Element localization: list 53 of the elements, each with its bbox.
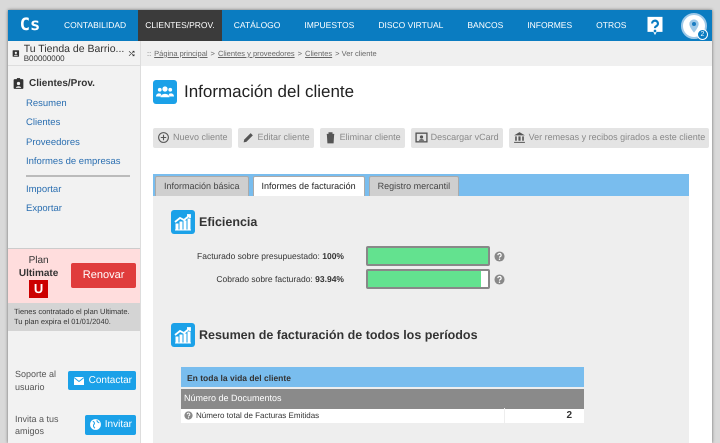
invite-button[interactable]: Invitar (84, 415, 136, 435)
page-title: Información del cliente (184, 82, 354, 102)
metric-label: Cobrado sobre facturado: 93.94% (215, 272, 345, 286)
table-cell: Número total de Facturas Emitidas (196, 410, 320, 422)
company-id: B00000000 (24, 54, 66, 63)
sidebar-link[interactable]: Proveedores (8, 134, 140, 153)
users-icon (153, 80, 177, 104)
trash-icon (324, 131, 337, 144)
sidebar-link[interactable]: Informes de empresas (8, 152, 140, 172)
section-title: Clientes/Prov. (29, 77, 95, 91)
chart-icon (171, 323, 195, 347)
tab[interactable]: Información básica (155, 176, 249, 196)
section-heading: Eficiencia (199, 214, 258, 230)
help-icon[interactable] (645, 14, 665, 36)
nav-tab[interactable]: BANCOS (455, 10, 516, 41)
tab[interactable]: Registro mercantil (368, 176, 460, 196)
plan-letter-icon: U (29, 280, 48, 298)
nav-tab[interactable]: CONTABILIDAD (52, 10, 138, 41)
table-cell: 2 (504, 408, 584, 423)
globe-icon (88, 418, 102, 432)
pencil-icon (242, 131, 255, 144)
envelope-icon (72, 374, 86, 387)
nav-tab[interactable]: DISCO VIRTUAL (366, 10, 456, 41)
badge-icon (12, 77, 25, 90)
support-text: Soporte al usuario (15, 368, 58, 393)
plus-circle-icon (157, 131, 170, 144)
invite-text: Invita a tus amigos (15, 412, 60, 437)
renew-button[interactable]: Renovar (71, 263, 136, 288)
chart-icon (171, 210, 195, 234)
metric-label: Facturado sobre presupuestado: 100% (196, 250, 345, 262)
nav-tab[interactable]: IMPUESTOS (292, 10, 366, 41)
id-card-icon (414, 131, 428, 144)
contact-button[interactable]: Contactar (68, 370, 136, 390)
nav-tab[interactable]: CATÁLOGO (222, 10, 292, 41)
sidebar-link[interactable]: Clientes (8, 114, 140, 134)
bank-icon (512, 131, 526, 144)
plan-label: Plan (28, 254, 50, 266)
sidebar-link[interactable]: Resumen (8, 95, 140, 114)
section-heading: Resumen de facturación de todos los períodos (199, 328, 478, 342)
help-icon[interactable] (494, 250, 505, 262)
tab[interactable]: Informes de facturación (252, 176, 365, 196)
sidebar-link[interactable]: Exportar (8, 200, 140, 220)
table-title: En toda la vida del cliente (181, 367, 584, 387)
plan-name: Ultimate (18, 266, 60, 280)
company-name: Tu Tienda de Barrio... (24, 44, 124, 55)
help-icon[interactable] (184, 411, 193, 420)
nav-tab[interactable]: INFORMES (515, 10, 584, 41)
help-icon[interactable] (494, 274, 505, 284)
nav-tab[interactable]: CLIENTES/PROV. (138, 10, 222, 41)
nav-tab[interactable]: OTROS (584, 10, 638, 41)
table-group-header: Número de Documentos (181, 389, 584, 408)
sidebar-link[interactable]: Importar (8, 181, 140, 200)
logo[interactable]: Cs (8, 10, 52, 41)
